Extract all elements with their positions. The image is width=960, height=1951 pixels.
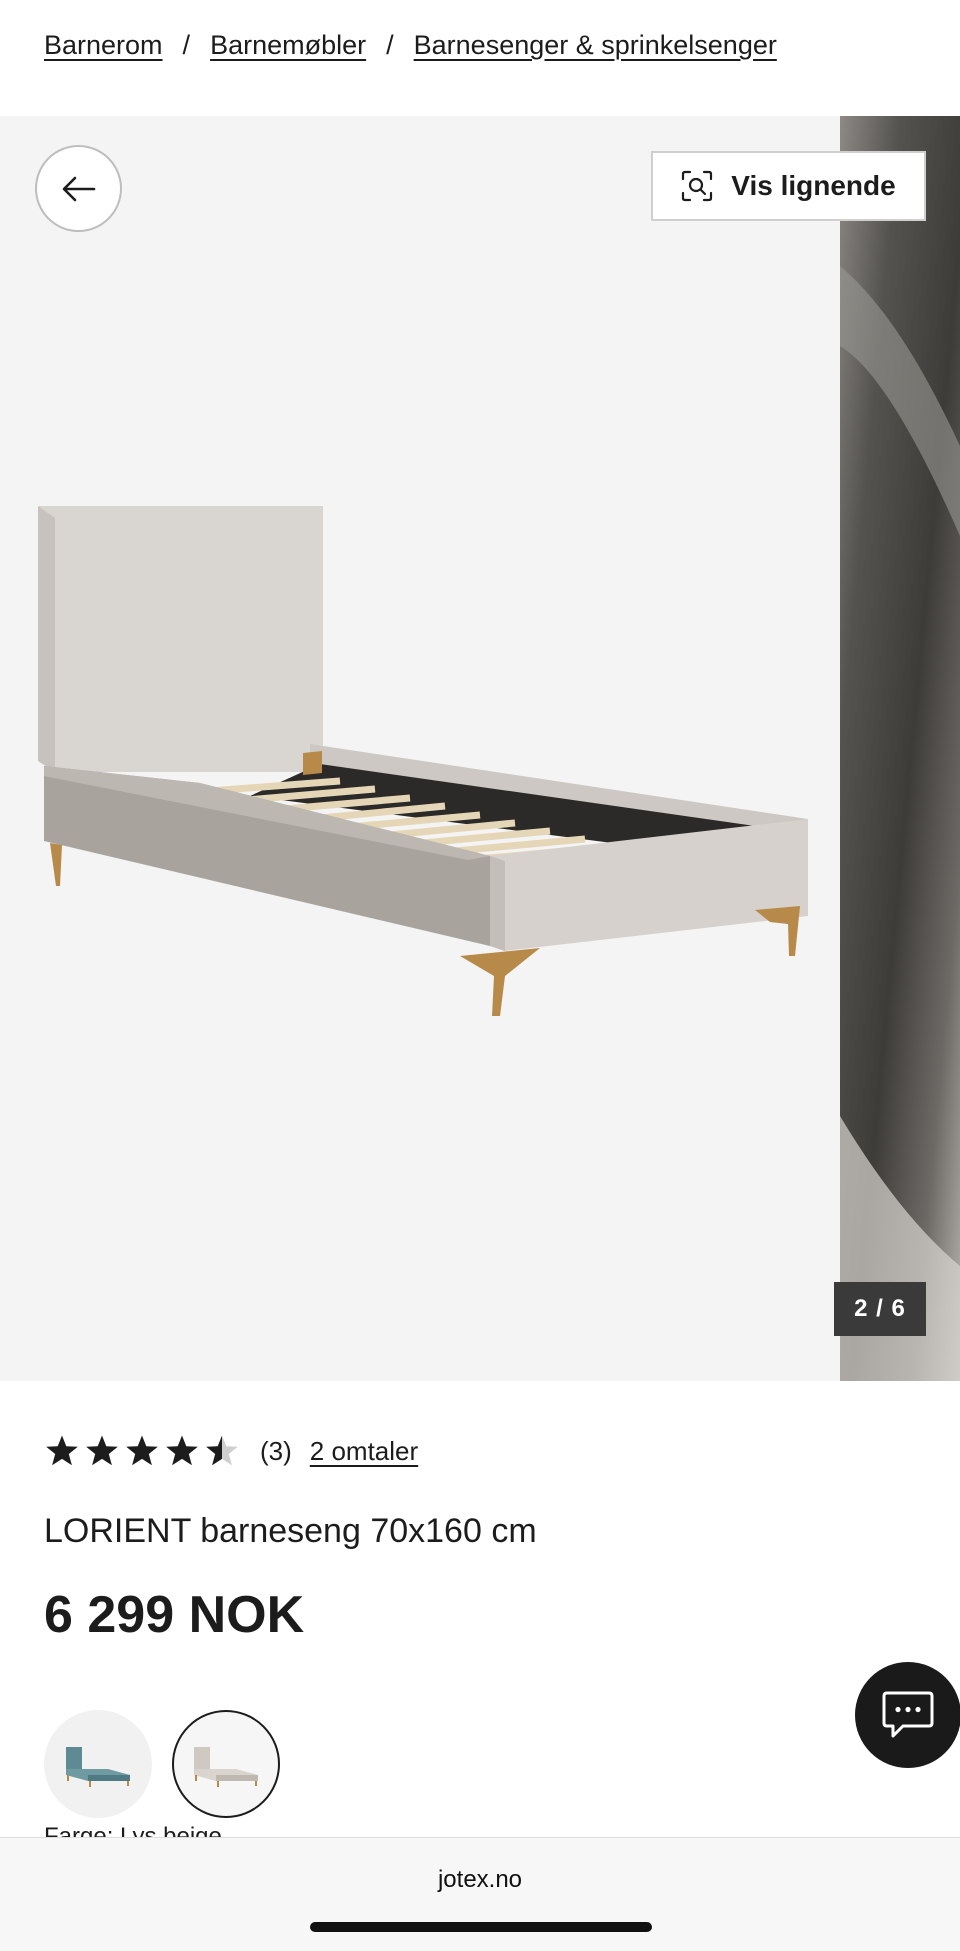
chat-icon <box>882 1691 934 1738</box>
visual-search-icon <box>682 170 713 202</box>
breadcrumb-separator: / <box>386 30 394 60</box>
browser-url[interactable]: jotex.no <box>0 1866 960 1894</box>
rating-count: (3) <box>260 1435 292 1466</box>
breadcrumb-barnemobler[interactable]: Barnemøbler <box>210 30 366 61</box>
star-icon <box>46 1435 78 1466</box>
reviews-link[interactable]: 2 omtaler <box>310 1436 418 1467</box>
star-icon <box>126 1435 158 1466</box>
product-rating[interactable]: (3) 2 omtaler <box>44 1434 418 1468</box>
image-counter: 2 / 6 <box>834 1282 926 1336</box>
product-image[interactable] <box>0 116 840 1381</box>
home-indicator[interactable] <box>310 1922 652 1932</box>
star-icon <box>166 1435 198 1466</box>
arrow-left-icon <box>62 176 95 201</box>
product-price: 6 299 NOK <box>44 1586 305 1644</box>
next-product-image[interactable] <box>840 116 960 1381</box>
product-title: LORIENT barneseng 70x160 cm <box>44 1512 537 1550</box>
color-swatches <box>44 1710 280 1818</box>
similar-products-button[interactable]: Vis lignende <box>651 151 926 221</box>
star-half-icon <box>206 1435 238 1466</box>
bed-thumbnail-beige <box>194 1747 258 1787</box>
breadcrumb-barnesenger[interactable]: Barnesenger & sprinkelsenger <box>414 30 777 61</box>
bed-thumbnail-blue <box>66 1747 130 1787</box>
back-button[interactable] <box>35 145 122 232</box>
breadcrumb: Barnerom / Barnemøbler / Barnesenger & s… <box>44 30 940 61</box>
browser-address-bar[interactable]: jotex.no <box>0 1837 960 1951</box>
product-image-gallery[interactable] <box>0 116 960 1381</box>
similar-products-label: Vis lignende <box>731 170 896 201</box>
swatch-beige[interactable] <box>172 1710 280 1818</box>
color-label: Farge: Lys beige <box>44 1823 222 1837</box>
breadcrumb-barnerom[interactable]: Barnerom <box>44 30 163 61</box>
chat-button[interactable] <box>855 1662 960 1768</box>
star-icon <box>86 1435 118 1466</box>
swatch-blue[interactable] <box>44 1710 152 1818</box>
breadcrumb-separator: / <box>182 30 191 60</box>
